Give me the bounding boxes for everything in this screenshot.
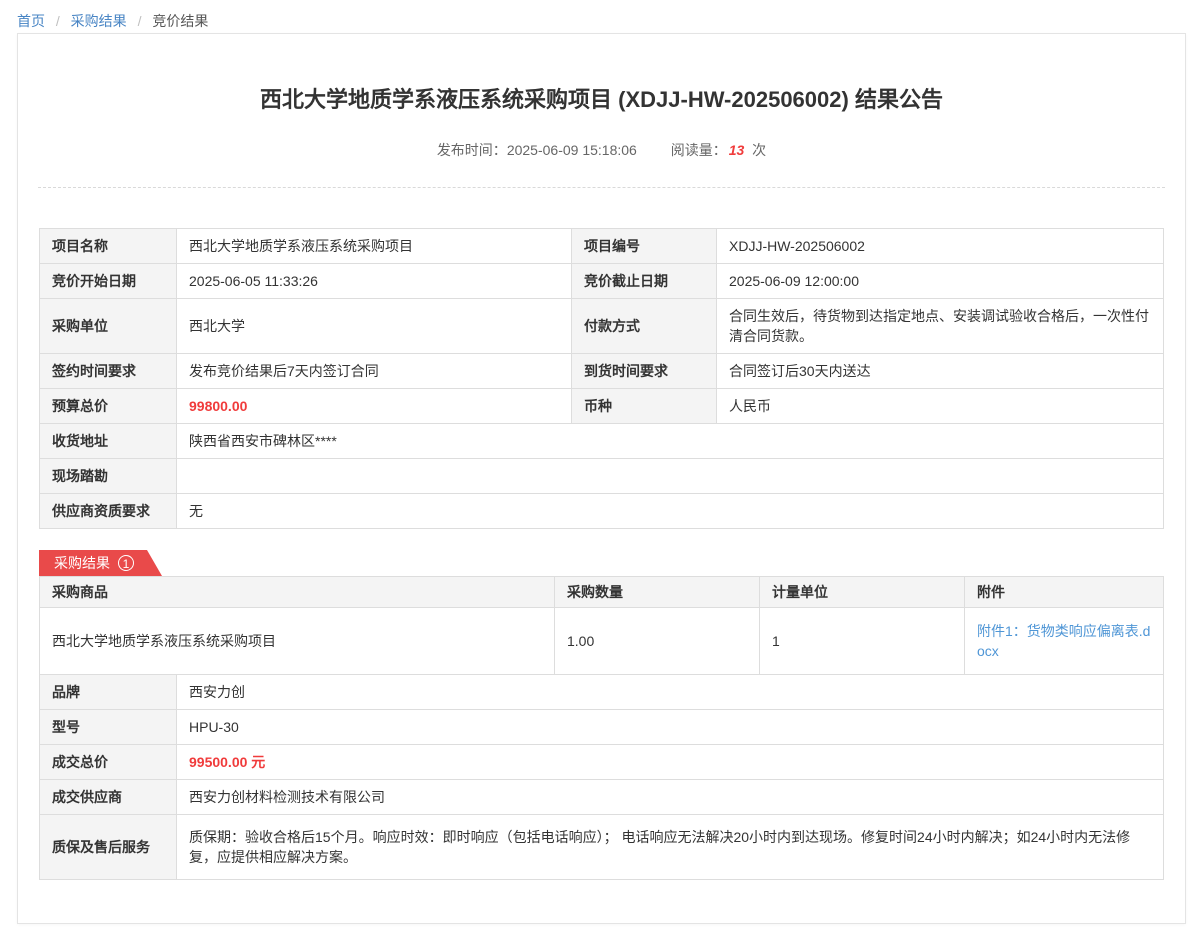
table-row: 采购单位 西北大学 付款方式 合同生效后，待货物到达指定地点、安装调试验收合格后… — [40, 299, 1164, 354]
info-label: 项目名称 — [40, 229, 177, 264]
detail-label: 品牌 — [40, 675, 177, 710]
info-label: 竞价截止日期 — [572, 264, 717, 299]
table-row: 成交供应商 西安力创材料检测技术有限公司 — [40, 780, 1164, 815]
info-label: 收货地址 — [40, 424, 177, 459]
info-label: 付款方式 — [572, 299, 717, 354]
info-label: 供应商资质要求 — [40, 494, 177, 529]
breadcrumb-separator: / — [56, 13, 60, 29]
breadcrumb-home[interactable]: 首页 — [17, 13, 45, 29]
detail-label: 质保及售后服务 — [40, 815, 177, 880]
announcement-card: 西北大学地质学系液压系统采购项目 (XDJJ-HW-202506002) 结果公… — [17, 33, 1186, 924]
table-row: 西北大学地质学系液压系统采购项目 1.00 1 附件1：货物类响应偏离表.doc… — [40, 608, 1164, 675]
info-value: XDJJ-HW-202506002 — [717, 229, 1164, 264]
deal-total-price: 99500.00 元 — [177, 745, 1164, 780]
breadcrumb-separator: / — [138, 13, 142, 29]
table-row: 现场踏勘 — [40, 459, 1164, 494]
breadcrumb: 首页 / 采购结果 / 竞价结果 — [0, 0, 1201, 33]
read-count: 13 — [729, 142, 745, 158]
detail-value: 质保期：验收合格后15个月。响应时效：即时响应（包括电话响应）； 电话响应无法解… — [177, 815, 1164, 880]
product-quantity: 1.00 — [555, 608, 760, 675]
info-value: 陕西省西安市碑林区**** — [177, 424, 1164, 459]
info-value — [177, 459, 1164, 494]
detail-label: 成交供应商 — [40, 780, 177, 815]
column-header-unit: 计量单位 — [760, 577, 965, 608]
info-value: 西北大学 — [177, 299, 572, 354]
product-unit: 1 — [760, 608, 965, 675]
table-row: 质保及售后服务 质保期：验收合格后15个月。响应时效：即时响应（包括电话响应）；… — [40, 815, 1164, 880]
table-row: 签约时间要求 发布竞价结果后7天内签订合同 到货时间要求 合同签订后30天内送达 — [40, 354, 1164, 389]
table-header-row: 采购商品 采购数量 计量单位 附件 — [40, 577, 1164, 608]
info-value: 发布竞价结果后7天内签订合同 — [177, 354, 572, 389]
meta-line: 发布时间：2025-06-09 15:18:06 阅读量：13 次 — [38, 140, 1165, 160]
publish-time: 2025-06-09 15:18:06 — [507, 142, 637, 158]
info-label: 竞价开始日期 — [40, 264, 177, 299]
info-label: 项目编号 — [572, 229, 717, 264]
info-label: 采购单位 — [40, 299, 177, 354]
detail-value: 西安力创 — [177, 675, 1164, 710]
column-header-attachment: 附件 — [965, 577, 1164, 608]
info-value: 2025-06-09 12:00:00 — [717, 264, 1164, 299]
attachment-link[interactable]: 附件1：货物类响应偏离表.docx — [977, 623, 1150, 659]
page-title: 西北大学地质学系液压系统采购项目 (XDJJ-HW-202506002) 结果公… — [68, 86, 1135, 114]
breadcrumb-procurement-results[interactable]: 采购结果 — [71, 13, 127, 29]
detail-label: 型号 — [40, 710, 177, 745]
project-info-table: 项目名称 西北大学地质学系液压系统采购项目 项目编号 XDJJ-HW-20250… — [39, 228, 1164, 529]
info-label: 到货时间要求 — [572, 354, 717, 389]
read-count-label: 阅读量： — [671, 142, 727, 158]
result-table: 采购商品 采购数量 计量单位 附件 西北大学地质学系液压系统采购项目 1.00 … — [39, 576, 1164, 675]
detail-value: 西安力创材料检测技术有限公司 — [177, 780, 1164, 815]
column-header-product: 采购商品 — [40, 577, 555, 608]
table-row: 型号 HPU-30 — [40, 710, 1164, 745]
table-row: 供应商资质要求 无 — [40, 494, 1164, 529]
info-value: 西北大学地质学系液压系统采购项目 — [177, 229, 572, 264]
table-row: 收货地址 陕西省西安市碑林区**** — [40, 424, 1164, 459]
table-row: 项目名称 西北大学地质学系液压系统采购项目 项目编号 XDJJ-HW-20250… — [40, 229, 1164, 264]
info-value: 无 — [177, 494, 1164, 529]
info-label: 签约时间要求 — [40, 354, 177, 389]
product-name: 西北大学地质学系液压系统采购项目 — [40, 608, 555, 675]
info-label: 币种 — [572, 389, 717, 424]
result-detail-table: 品牌 西安力创 型号 HPU-30 成交总价 99500.00 元 成交供应商 … — [39, 674, 1164, 880]
table-row: 品牌 西安力创 — [40, 675, 1164, 710]
info-label: 预算总价 — [40, 389, 177, 424]
info-label: 现场踏勘 — [40, 459, 177, 494]
column-header-quantity: 采购数量 — [555, 577, 760, 608]
info-value: 合同签订后30天内送达 — [717, 354, 1164, 389]
detail-label: 成交总价 — [40, 745, 177, 780]
info-value: 合同生效后，待货物到达指定地点、安装调试验收合格后，一次性付清合同货款。 — [717, 299, 1164, 354]
badge-count: 1 — [118, 555, 134, 571]
info-value: 2025-06-05 11:33:26 — [177, 264, 572, 299]
info-value: 人民币 — [717, 389, 1164, 424]
publish-time-label: 发布时间： — [437, 142, 507, 158]
breadcrumb-current: 竞价结果 — [152, 13, 208, 29]
detail-value: HPU-30 — [177, 710, 1164, 745]
read-count-unit: 次 — [752, 142, 766, 158]
table-row: 预算总价 99800.00 币种 人民币 — [40, 389, 1164, 424]
table-row: 竞价开始日期 2025-06-05 11:33:26 竞价截止日期 2025-0… — [40, 264, 1164, 299]
table-row: 成交总价 99500.00 元 — [40, 745, 1164, 780]
badge-label: 采购结果 — [54, 553, 110, 573]
dashed-divider — [38, 187, 1165, 188]
budget-total-value: 99800.00 — [177, 389, 572, 424]
